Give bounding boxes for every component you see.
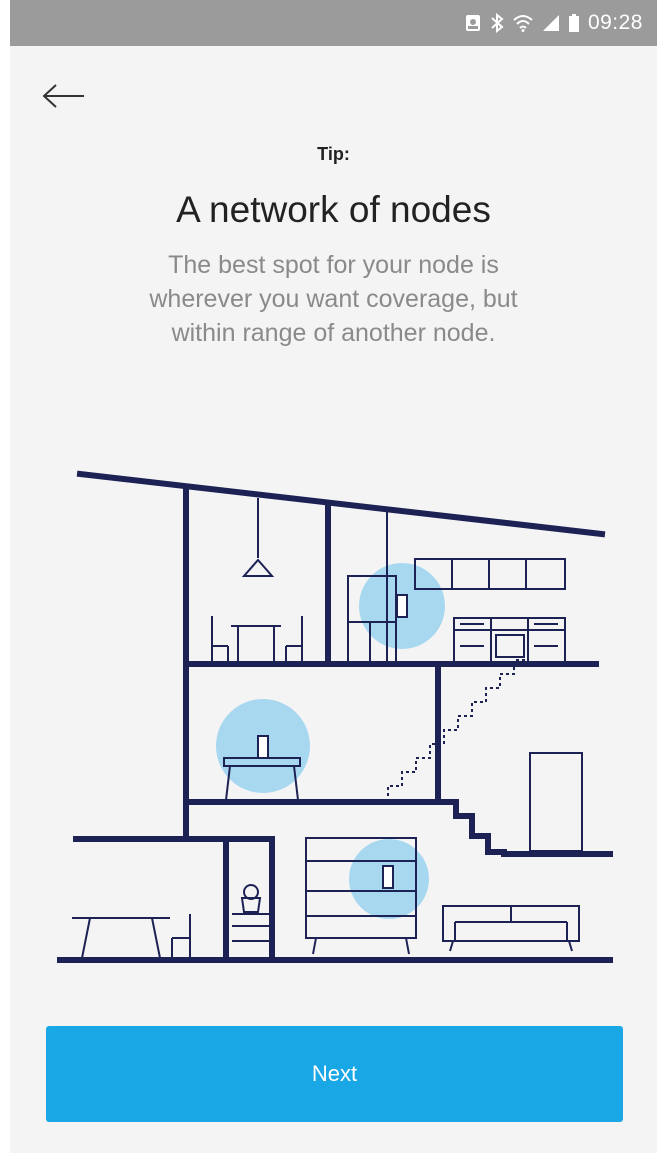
wifi-icon: [513, 15, 533, 32]
node-device-kitchen: [396, 594, 408, 618]
bluetooth-icon: [491, 13, 504, 33]
battery-icon: [568, 14, 579, 32]
status-time: 09:28: [587, 11, 643, 34]
tip-screen: Tip: A network of nodes The best spot fo…: [10, 46, 657, 1153]
status-icons: 09:28: [465, 0, 643, 46]
next-button-label: Next: [311, 1061, 358, 1086]
photo-icon: [465, 15, 480, 31]
signal-icon: [542, 15, 559, 31]
house-nodes-illustration: [57, 470, 613, 963]
node-device-middle: [257, 735, 269, 759]
status-bar: 09:28: [10, 0, 657, 46]
next-button[interactable]: Next: [46, 1026, 623, 1122]
node-device-lounge: [382, 865, 394, 889]
